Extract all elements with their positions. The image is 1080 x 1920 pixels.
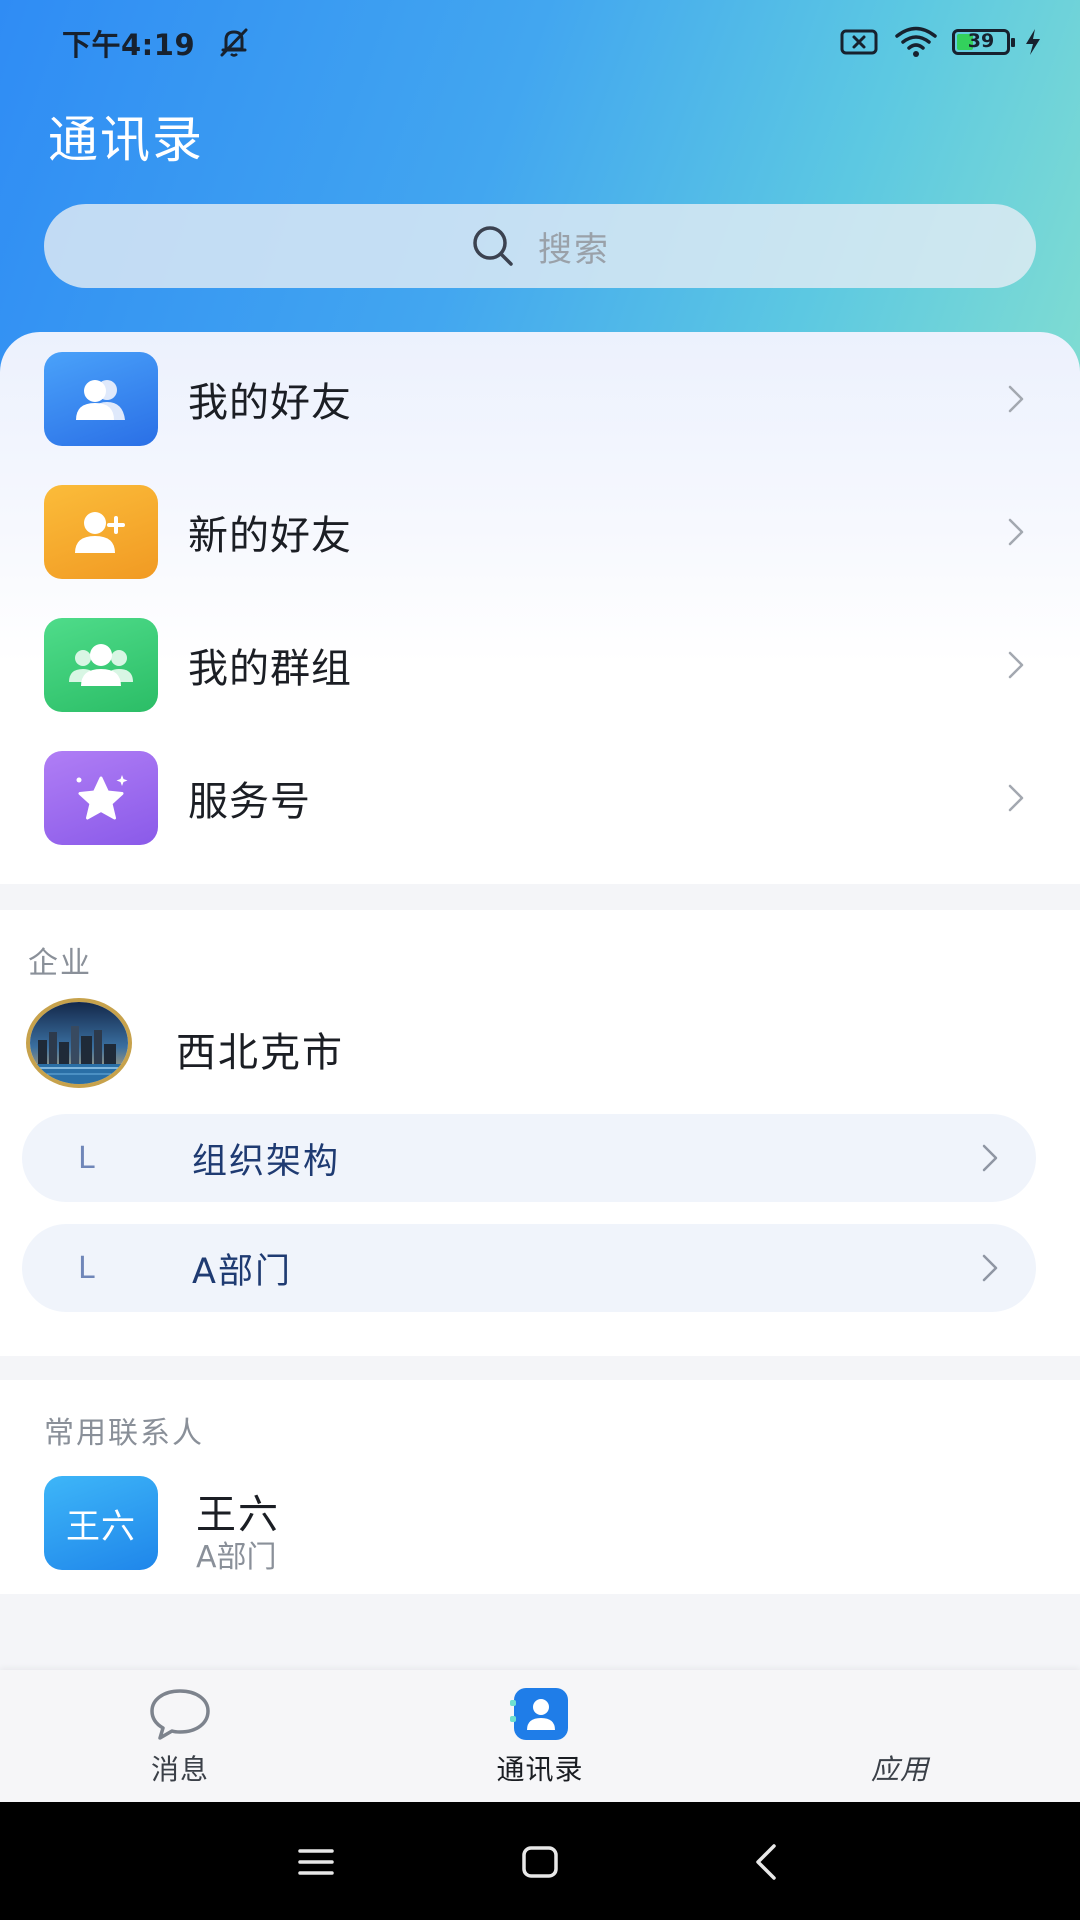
system-nav-bar (0, 1802, 1080, 1920)
chevron-right-icon (1008, 651, 1024, 678)
contact-department: A部门 (196, 1540, 277, 1575)
menu-label: 服务号 (188, 778, 311, 825)
status-time: 下午4:19 (62, 28, 196, 62)
tab-messages[interactable]: 消息 (0, 1670, 360, 1802)
search-icon (473, 226, 513, 266)
frequent-contacts-card: 常用联系人 王六 王六 A部门 (0, 1380, 1080, 1594)
add-friend-icon (44, 484, 158, 579)
chevron-right-icon (982, 1254, 998, 1282)
department-label: A部门 (192, 1251, 292, 1292)
avatar: 王六 (44, 1476, 158, 1570)
menu-label: 新的好友 (188, 512, 352, 559)
menu-label: 我的群组 (188, 645, 352, 692)
tree-branch-marker: L (78, 1140, 95, 1176)
search-bar[interactable]: 搜索 (44, 204, 1036, 288)
home-icon[interactable] (516, 1838, 564, 1886)
enterprise-name[interactable]: 西北克市 (176, 1020, 344, 1078)
menu-item-my-groups[interactable]: 我的群组 (0, 598, 1080, 731)
chat-bubble-icon (150, 1689, 210, 1740)
tab-apps[interactable]: 应用 (720, 1670, 1080, 1802)
battery-icon: 39 (952, 29, 1015, 55)
wifi-icon (895, 26, 937, 57)
status-bar: 下午4:19 39 (0, 0, 1080, 84)
battery-level: 39 (967, 30, 995, 52)
enterprise-card: 企业 西北克市 L 组织架构 L A部门 (0, 910, 1080, 1356)
tab-label: 消息 (150, 1753, 209, 1786)
apps-icon (867, 1686, 933, 1742)
contacts-icon (510, 1688, 568, 1740)
section-label-enterprise: 企业 (28, 946, 92, 981)
menu-label: 我的好友 (188, 379, 352, 426)
menu-item-my-friends[interactable]: 我的好友 (0, 332, 1080, 465)
tab-label: 应用 (870, 1753, 929, 1786)
back-icon[interactable] (744, 1838, 792, 1886)
chevron-right-icon (982, 1144, 998, 1172)
menu-item-service-accounts[interactable]: 服务号 (0, 731, 1080, 864)
department-item[interactable]: L A部门 (22, 1224, 1036, 1312)
tab-label: 通讯录 (496, 1753, 584, 1786)
group-icon (44, 617, 158, 712)
enterprise-logo[interactable] (30, 1002, 128, 1084)
org-structure-label: 组织架构 (192, 1141, 341, 1182)
bell-off-icon (220, 28, 248, 57)
star-icon (44, 750, 158, 845)
chevron-right-icon (1008, 784, 1024, 811)
chevron-right-icon (1008, 385, 1024, 412)
menu-item-new-friends[interactable]: 新的好友 (0, 465, 1080, 598)
section-label-frequent-contacts: 常用联系人 (44, 1416, 204, 1451)
tree-branch-marker: L (78, 1250, 95, 1286)
search-placeholder: 搜索 (538, 229, 610, 270)
friends-icon (44, 351, 158, 446)
page-title: 通讯录 (48, 111, 204, 169)
org-structure-item[interactable]: L 组织架构 (22, 1114, 1036, 1202)
tab-contacts[interactable]: 通讯录 (360, 1670, 720, 1802)
charging-icon (1026, 29, 1040, 55)
chevron-right-icon (1008, 518, 1024, 545)
sim-disabled-icon (840, 29, 878, 55)
menu-icon[interactable] (292, 1838, 340, 1886)
quick-menu-card: 我的好友 新的好友 我的群组 服务号 (0, 332, 1080, 884)
tab-bar: 消息 通讯录 应用 (0, 1670, 1080, 1802)
